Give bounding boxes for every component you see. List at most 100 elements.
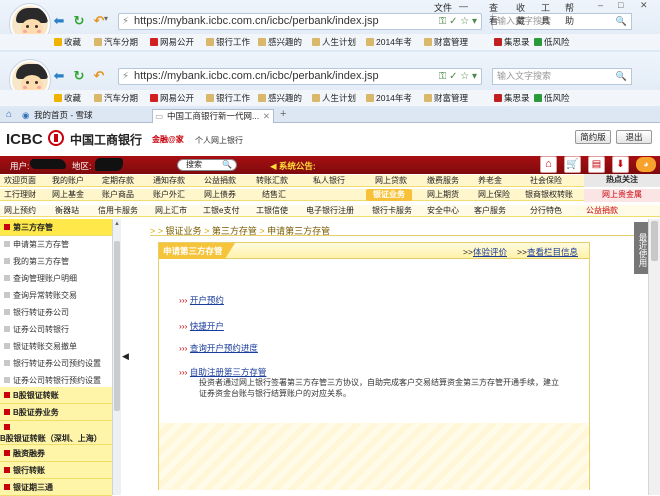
nav-item[interactable]: 工行理财 — [4, 189, 36, 201]
collapse-sidebar-icon[interactable]: ◀ — [122, 351, 129, 362]
nav-item[interactable]: 安全中心 — [427, 205, 459, 217]
nav-item[interactable]: 转账汇款 — [256, 175, 288, 187]
back-icon[interactable]: ⬅ — [52, 14, 66, 28]
nav-item[interactable]: 网上贵金属 — [584, 189, 660, 202]
back-icon[interactable]: ⬅ — [52, 69, 66, 83]
sidebar-item[interactable]: 证券公司转银行 — [0, 321, 112, 338]
sidebar-group[interactable]: 银证期三通 — [0, 479, 112, 496]
nav-item[interactable]: 工银e支付 — [203, 205, 239, 217]
tab-icbc[interactable]: ▭ 中国工商银行新一代网... ✕ — [152, 109, 274, 123]
nav-item[interactable]: 分行特色 — [530, 205, 562, 217]
nav-item[interactable]: 网上期货 — [427, 189, 459, 201]
sidebar-group-active[interactable]: 第三方存管 — [0, 219, 112, 236]
nav-item[interactable]: 欢迎页面 — [4, 175, 36, 187]
undo-dropdown-icon[interactable]: ▾ — [104, 14, 108, 23]
menu-item-file[interactable]: 文件 — [434, 1, 452, 14]
link-open-appointment[interactable]: ››› 开户预约 — [179, 294, 224, 306]
chat-icon[interactable]: ◕ — [636, 157, 656, 172]
home-icon[interactable]: ⌂ — [6, 109, 12, 120]
fav-item[interactable]: 汽车分期 — [94, 36, 138, 48]
fav-item[interactable]: 网易公开 — [150, 36, 194, 48]
menu-item[interactable]: 帮助 — [565, 1, 574, 27]
sidebar-item[interactable]: 我的第三方存管 — [0, 253, 112, 270]
fav-item[interactable]: 低风险 — [534, 36, 570, 48]
sidebar-item[interactable]: 查询管理账户明细 — [0, 270, 112, 287]
nav-item[interactable]: 通知存款 — [153, 175, 185, 187]
nav-item[interactable]: 网上预约 — [4, 205, 36, 217]
sidebar-group[interactable]: 银行转账 — [0, 462, 112, 479]
sidebar-item[interactable]: 查询异常转账交易 — [0, 287, 112, 304]
fav-item[interactable]: 银行工作 — [206, 36, 250, 48]
nav-item[interactable]: 结售汇 — [262, 189, 286, 201]
nav-item[interactable]: 网上汇市 — [155, 205, 187, 217]
link-quick-open[interactable]: ››› 快捷开户 — [179, 320, 224, 332]
page-scroll-thumb[interactable] — [651, 221, 658, 261]
fav-item[interactable]: 2014年考 — [366, 92, 412, 104]
fav-item[interactable]: 集思录 — [494, 36, 530, 48]
search-icon[interactable]: 🔍 — [616, 69, 627, 84]
sidebar-item[interactable]: 银证转账交易撤单 — [0, 338, 112, 355]
hot-focus-label[interactable]: 热点关注 — [584, 174, 660, 187]
fav-item[interactable]: 财富管理 — [424, 92, 468, 104]
sidebar-item[interactable]: 申请第三方存管 — [0, 236, 112, 253]
search-input[interactable]: 输入文字搜索 🔍 — [492, 13, 632, 30]
close-tab-icon[interactable]: ✕ — [263, 110, 270, 123]
nav-item[interactable]: 定期存款 — [102, 175, 134, 187]
tab-xueqiu[interactable]: ◉ 我的首页 - 雪球 — [20, 109, 148, 123]
menu-item[interactable]: 工具 — [541, 1, 550, 27]
nav-item[interactable]: 客户服务 — [474, 205, 506, 217]
fav-item[interactable]: 感兴趣的 — [258, 92, 302, 104]
menu-item[interactable]: 收藏 — [516, 1, 525, 27]
fav-item[interactable]: 汽车分期 — [94, 92, 138, 104]
nav-item[interactable]: 公益捐款 — [204, 175, 236, 187]
security-icons[interactable]: ⚿ ✓ ☆ ▾ — [439, 69, 477, 84]
fav-item[interactable]: 网易公开 — [150, 92, 194, 104]
nav-item[interactable]: 网上债券 — [204, 189, 236, 201]
search-input[interactable]: 输入文字搜索 🔍 — [492, 68, 632, 85]
logout-button[interactable]: 退出 — [616, 130, 652, 144]
card-icon[interactable]: ▤ — [588, 156, 605, 173]
nav-item[interactable]: 网上贷款 — [375, 175, 407, 187]
fav-item[interactable]: 感兴趣的 — [258, 36, 302, 48]
sidebar-group[interactable]: 融资融券 — [0, 445, 112, 462]
nav-item[interactable]: 银商银权转账 — [525, 189, 573, 201]
menu-item[interactable]: 查看 — [489, 1, 498, 27]
address-bar[interactable]: ⚡ https://mybank.icbc.com.cn/icbc/perban… — [118, 68, 482, 85]
fav-item[interactable]: 集思录 — [494, 92, 530, 104]
nav-item[interactable]: 社会保险 — [530, 175, 562, 187]
sidebar-item[interactable]: 银行转证券公司 — [0, 304, 112, 321]
nav-item[interactable]: 我的账户 — [52, 175, 84, 187]
nav-item[interactable]: 缴费服务 — [427, 175, 459, 187]
sidebar-group[interactable]: B股银证转账（深圳、上海） — [0, 421, 112, 445]
nav-item[interactable]: 信用卡服务 — [98, 205, 138, 217]
search-icon[interactable]: 🔍 — [616, 14, 627, 29]
nav-item[interactable]: 私人银行 — [313, 175, 345, 187]
window-controls[interactable]: – □ ✕ — [590, 0, 660, 11]
new-tab-button[interactable]: + — [280, 108, 286, 120]
nav-item[interactable]: 养老金 — [478, 175, 502, 187]
fav-item[interactable]: 低风险 — [534, 92, 570, 104]
fav-item[interactable]: 2014年考 — [366, 36, 412, 48]
nav-item[interactable]: 网上保险 — [478, 189, 510, 201]
nav-item[interactable]: 银行卡服务 — [372, 205, 412, 217]
fav-item[interactable]: 收藏 — [54, 36, 81, 48]
sidebar-item[interactable]: 银行转证券公司预约设置 — [0, 355, 112, 372]
refresh-icon[interactable]: ↻ — [72, 69, 86, 83]
nav-item[interactable]: 账户商品 — [102, 189, 134, 201]
nav-item[interactable]: 账户外汇 — [153, 189, 185, 201]
sidebar-group[interactable]: B股证券业务 — [0, 404, 112, 421]
undo-icon[interactable]: ↶ — [92, 69, 106, 83]
cart-icon[interactable]: 🛒 — [564, 156, 581, 173]
fav-item[interactable]: 财富管理 — [424, 36, 468, 48]
page-scrollbar[interactable] — [648, 219, 660, 495]
sidebar-scrollbar[interactable]: ▲ — [112, 219, 121, 495]
fav-item[interactable]: 人生计划 — [312, 92, 356, 104]
link-query-progress[interactable]: ››› 查询开户预约进度 — [179, 342, 258, 354]
security-icons[interactable]: ⚿ ✓ ☆ ▾ — [439, 14, 477, 29]
nav-item[interactable]: 公益捐款 — [586, 205, 618, 217]
nav-item[interactable]: 工银信使 — [256, 205, 288, 217]
recently-used-tab[interactable]: 最近使用 — [634, 222, 648, 274]
site-search-button[interactable]: 搜索 🔍 — [177, 159, 237, 171]
nav-item[interactable]: 电子银行注册 — [306, 205, 354, 217]
feedback-link[interactable]: >>体验评价 — [463, 246, 507, 258]
